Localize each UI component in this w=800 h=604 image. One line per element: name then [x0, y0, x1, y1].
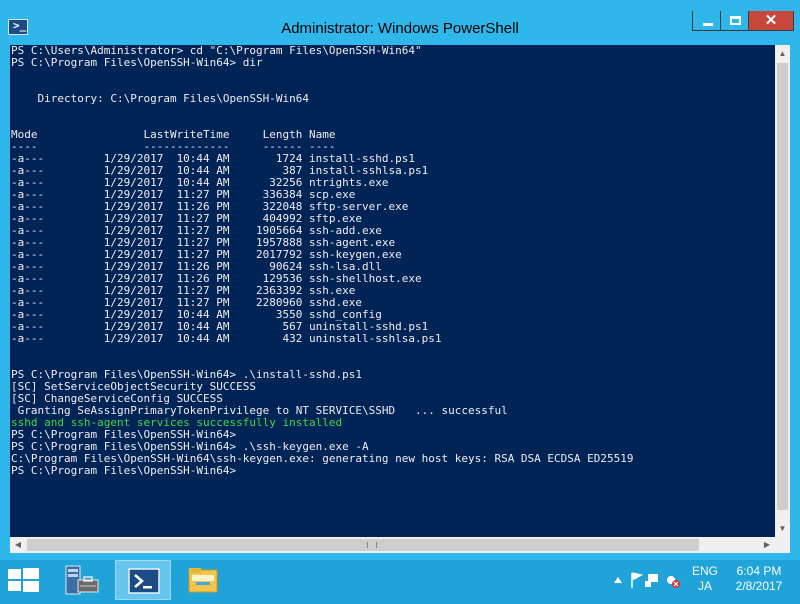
taskbar: ENG JA 6:04 PM 2/8/2017 [0, 560, 800, 600]
folder-icon [188, 568, 218, 593]
minimize-button[interactable] [692, 11, 723, 31]
close-button[interactable]: ✕ [748, 11, 794, 31]
clock-date: 2/8/2017 [735, 579, 783, 593]
minimize-icon [703, 23, 713, 26]
powershell-window: >_ Administrator: Windows PowerShell ✕ P… [0, 0, 800, 560]
input-language-indicator[interactable]: ENG JA [690, 564, 720, 604]
taskbar-file-explorer[interactable] [175, 560, 231, 600]
vertical-scroll-thumb[interactable] [777, 63, 788, 510]
scroll-up-arrow-icon[interactable]: ▲ [775, 45, 790, 62]
maximize-button[interactable] [720, 11, 751, 31]
close-icon: ✕ [764, 12, 778, 29]
show-hidden-icons-icon [614, 577, 622, 583]
start-button[interactable] [8, 568, 39, 592]
powershell-taskbar-icon [128, 568, 160, 594]
horizontal-scroll-thumb[interactable] [27, 539, 699, 551]
network-icon [648, 574, 658, 582]
scroll-left-arrow-icon[interactable]: ◀ [10, 537, 26, 553]
windows-logo-icon [8, 569, 21, 579]
console-output[interactable]: PS C:\Users\Administrator> cd "C:\Progra… [10, 45, 775, 537]
taskbar-powershell[interactable] [115, 560, 171, 600]
console-line: -a--- 1/29/2017 10:44 AM 432 uninstall-s… [11, 332, 442, 345]
console-line: Directory: C:\Program Files\OpenSSH-Win6… [11, 92, 310, 105]
console-line: PS C:\Program Files\OpenSSH-Win64> [11, 464, 237, 477]
system-tray-icons[interactable] [612, 571, 684, 589]
title-bar[interactable]: >_ Administrator: Windows PowerShell ✕ [0, 0, 800, 45]
scroll-down-arrow-icon[interactable]: ▼ [775, 520, 790, 537]
flag-icon [631, 572, 644, 588]
clock-time: 6:04 PM [736, 564, 782, 578]
lang-primary: ENG [691, 564, 718, 578]
console-text: PS C:\Users\Administrator> cd "C:\Progra… [10, 45, 775, 477]
scroll-grip-icon [367, 542, 377, 548]
console-line: PS C:\Program Files\OpenSSH-Win64> dir [11, 56, 263, 69]
horizontal-scrollbar[interactable]: ◀ ▶ [10, 537, 775, 553]
clock[interactable]: 6:04 PM 2/8/2017 [725, 564, 793, 604]
scroll-right-arrow-icon[interactable]: ▶ [759, 537, 775, 553]
window-title: Administrator: Windows PowerShell [281, 20, 519, 37]
scrollbar-corner [775, 537, 790, 553]
vertical-scrollbar[interactable]: ▲ ▼ [775, 45, 790, 537]
server-manager-icon [65, 565, 99, 595]
lang-secondary: JA [697, 579, 712, 593]
maximize-icon [730, 16, 741, 25]
taskbar-server-manager[interactable] [55, 560, 111, 600]
